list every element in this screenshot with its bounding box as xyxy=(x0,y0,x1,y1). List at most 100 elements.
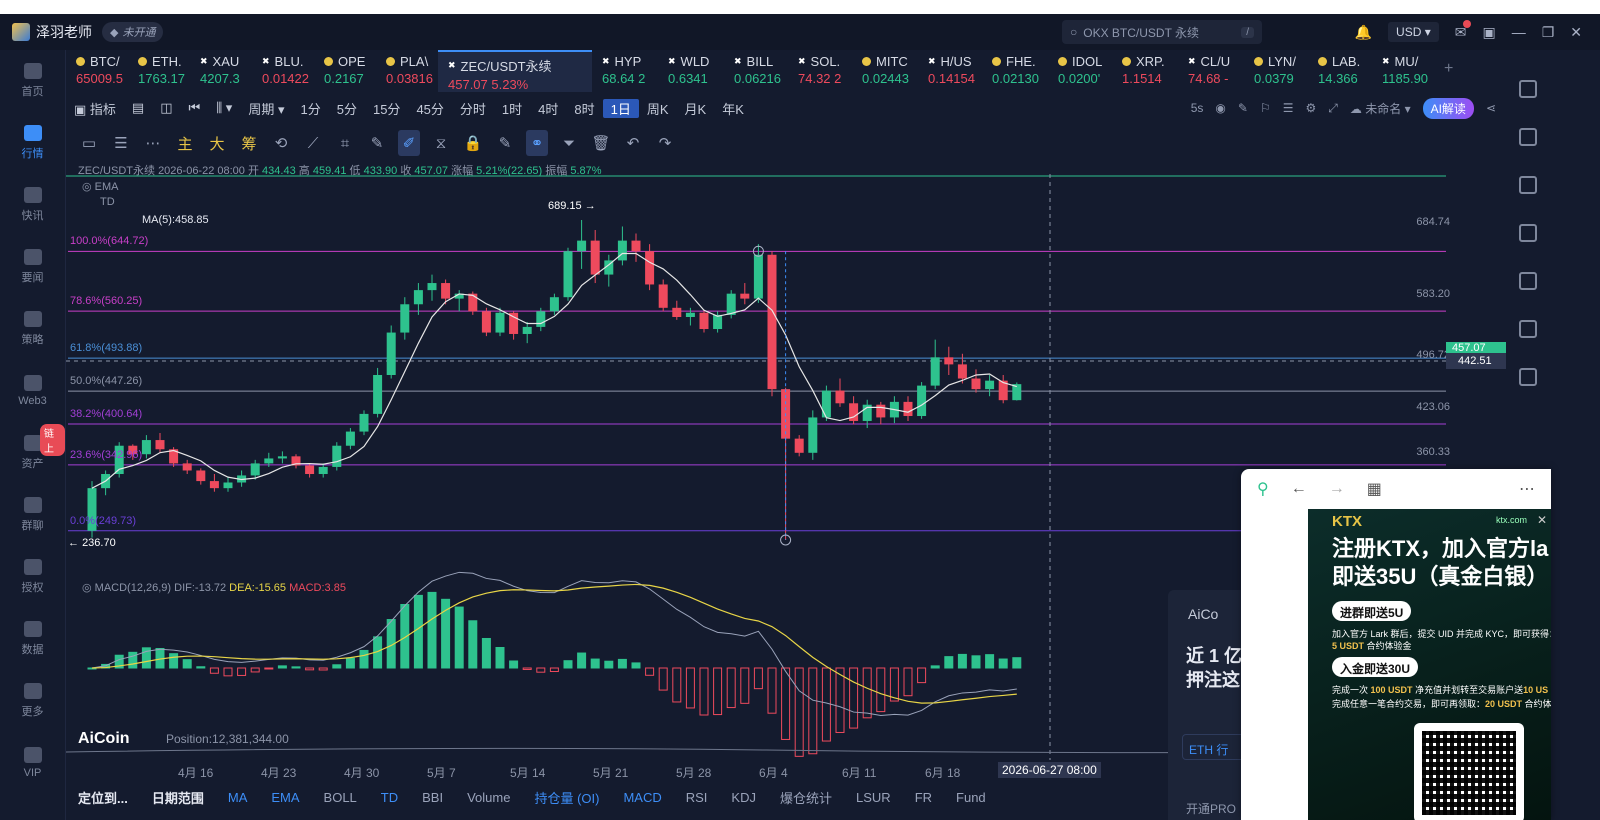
ticker-tab-0[interactable]: BTC/65009.5 xyxy=(66,50,128,92)
interval-tab[interactable]: 月K xyxy=(677,99,715,118)
sidebar-item-8[interactable]: 授权 xyxy=(0,546,65,608)
chip-icon[interactable]: 筹 xyxy=(238,130,260,156)
redo-icon[interactable]: ↷ xyxy=(654,130,676,156)
chart-type-icon[interactable]: ⫼ ▾ xyxy=(208,100,240,116)
indicator-tab[interactable]: RSI xyxy=(674,790,720,805)
ticker-tab-4[interactable]: OPE 0.2167 xyxy=(314,50,376,92)
sidebar-item-7[interactable]: 群聊 xyxy=(0,484,65,546)
indicator-tab[interactable]: TD xyxy=(369,790,410,805)
indicator-tab[interactable]: LSUR xyxy=(844,790,903,805)
indicator-button[interactable]: ▣ 指标 xyxy=(66,99,124,118)
interval-tab[interactable]: 45分 xyxy=(408,99,451,118)
sidebar-item-2[interactable]: 快讯 xyxy=(0,174,65,236)
indicator-tab[interactable]: Volume xyxy=(455,790,522,805)
ad-close-icon[interactable]: ✕ xyxy=(1537,513,1547,527)
forward-icon[interactable]: → xyxy=(1329,480,1345,498)
sidebar-item-5[interactable]: Web3 xyxy=(0,360,65,422)
trade-icon[interactable] xyxy=(1519,176,1537,194)
interval-tab[interactable]: 年K xyxy=(714,99,752,118)
indicator-tab[interactable]: 持仓量 (OI) xyxy=(522,788,611,807)
ticker-tab-11[interactable]: MITC 0.02443 xyxy=(852,50,918,92)
calendar-icon[interactable]: ▤ xyxy=(124,100,152,116)
currency-select[interactable]: USD ▾ xyxy=(1388,22,1439,42)
ticker-tab-15[interactable]: XRP. 1.1514 xyxy=(1112,50,1178,92)
magnet-icon[interactable]: ⚭ xyxy=(526,130,548,156)
refresh-interval[interactable]: 5s xyxy=(1191,101,1204,115)
interval-tab[interactable]: 15分 xyxy=(365,99,408,118)
add-ticker-icon[interactable]: + xyxy=(1444,60,1453,92)
alert-icon[interactable]: ⚐ xyxy=(1260,101,1271,115)
interval-tab[interactable]: 4时 xyxy=(530,99,566,118)
pen-icon[interactable]: ✐ xyxy=(398,130,420,156)
indicator-tab[interactable]: BOLL xyxy=(312,790,369,805)
edit-icon[interactable]: ✎ xyxy=(494,130,516,156)
indicator-tab[interactable]: BBI xyxy=(410,790,455,805)
period-select[interactable]: 周期 ▾ xyxy=(240,99,292,118)
ticker-tab-8[interactable]: ✖ WLD 0.6341 xyxy=(658,50,724,92)
sidebar-item-11[interactable]: VIP xyxy=(0,732,65,794)
interval-tab[interactable]: 1时 xyxy=(494,99,530,118)
close-icon[interactable]: ✕ xyxy=(1570,24,1582,41)
restore-icon[interactable]: ❐ xyxy=(1542,24,1555,41)
ticker-tab-12[interactable]: ✖ H/US 0.14154 xyxy=(918,50,982,92)
ticker-tab-2[interactable]: ✖ XAU 4207.3 xyxy=(190,50,252,92)
indicator-tab[interactable]: MA xyxy=(216,790,260,805)
lock-icon[interactable]: 🔒 xyxy=(462,130,484,156)
pin-icon[interactable]: ⚲ xyxy=(1257,479,1269,499)
interval-tab[interactable]: 1分 xyxy=(293,99,329,118)
share-icon[interactable]: ⋖ xyxy=(1486,101,1496,115)
ai-analyze-button[interactable]: AI解读 xyxy=(1422,97,1474,119)
indicator-tab[interactable]: 定位到... xyxy=(66,788,140,807)
ticker-tab-16[interactable]: ✖ CL/U 74.68 - xyxy=(1178,50,1244,92)
ticker-tab-10[interactable]: ✖ SOL. 74.32 2 xyxy=(788,50,852,92)
vip-status-badge[interactable]: ◆ 未开通 xyxy=(102,22,164,42)
more-icon[interactable]: ⋯ xyxy=(1519,479,1535,499)
indicator-tab[interactable]: 爆仓统计 xyxy=(768,788,844,807)
ema-indicator-label[interactable]: ◎ EMA xyxy=(82,180,119,193)
macd-indicator-label[interactable]: ◎ MACD(12,26,9) DIF:-13.72 DEA:-15.65 MA… xyxy=(82,581,346,594)
ticker-tab-1[interactable]: ETH. 1763.17 xyxy=(128,50,190,92)
indicator-tab[interactable]: KDJ xyxy=(719,790,768,805)
interval-tab[interactable]: 周K xyxy=(639,99,677,118)
watchlist-icon[interactable] xyxy=(1519,80,1537,98)
sidebar-item-3[interactable]: 要闻 xyxy=(0,236,65,298)
pencil-icon[interactable]: ✎ xyxy=(366,130,388,156)
ad-banner[interactable]: KTX ktx.com ✕ 注册KTX，加入官方la 即送35U（真金白银） 进群… xyxy=(1308,509,1551,820)
ruler-icon[interactable]: ▭ xyxy=(78,130,100,156)
mail-icon[interactable]: ✉ xyxy=(1455,19,1472,41)
sidebar-item-9[interactable]: 数据 xyxy=(0,608,65,670)
split-icon[interactable]: ◫ xyxy=(152,100,180,116)
indicator-tab[interactable]: Fund xyxy=(944,790,998,805)
lines-icon[interactable]: ☰ xyxy=(110,130,132,156)
bell-icon[interactable]: 🔔 xyxy=(1355,24,1372,41)
open-pro-link[interactable]: 开通PRO xyxy=(1186,800,1236,817)
camera-icon[interactable]: ◉ xyxy=(1215,101,1225,115)
sidebar-item-4[interactable]: 策略 xyxy=(0,298,65,360)
layout-icon[interactable]: ▣ xyxy=(1482,24,1495,41)
more-icon[interactable]: ⋯ xyxy=(142,130,164,156)
sidebar-item-10[interactable]: 更多 xyxy=(0,670,65,732)
replay-icon[interactable]: ⟲ xyxy=(270,130,292,156)
layout-name-select[interactable]: ☁ 未命名 ▾ xyxy=(1350,100,1411,117)
search-input[interactable]: ○ OKX BTC/USDT 永续 / xyxy=(1062,20,1262,44)
ticker-tab-9[interactable]: ✖ BILL 0.06216 xyxy=(724,50,788,92)
main-indicator-icon[interactable]: 主 xyxy=(174,130,196,156)
filter-icon[interactable]: ⏷ xyxy=(558,130,580,156)
crosshair-icon[interactable]: ⌗ xyxy=(334,130,356,156)
ticker-tab-17[interactable]: LYN/0.0379 xyxy=(1244,50,1308,92)
interval-tab[interactable]: 5分 xyxy=(329,99,365,118)
indicator-tab[interactable]: MACD xyxy=(611,790,673,805)
depth-icon[interactable] xyxy=(1519,224,1537,242)
pattern-icon[interactable]: ⧖ xyxy=(430,130,452,156)
monitor-icon[interactable] xyxy=(1519,320,1537,338)
orderbook-icon[interactable] xyxy=(1519,128,1537,146)
settings-icon[interactable]: ⚙ xyxy=(1306,101,1317,115)
ticker-tab-6[interactable]: ✖ ZEC/USDT永续 457.07 5.23% xyxy=(438,50,592,92)
ticker-tab-18[interactable]: LAB. 14.366 xyxy=(1308,50,1372,92)
ticker-tab-7[interactable]: ✖ HYP 68.64 2 xyxy=(592,50,658,92)
ticker-tab-14[interactable]: IDOL 0.0200' xyxy=(1048,50,1112,92)
bot-icon[interactable] xyxy=(1519,368,1537,386)
back-icon[interactable]: ← xyxy=(1291,480,1307,498)
user-profile[interactable]: 泽羽老师 xyxy=(12,22,92,42)
ticker-tab-13[interactable]: FHE. 0.02130 xyxy=(982,50,1048,92)
